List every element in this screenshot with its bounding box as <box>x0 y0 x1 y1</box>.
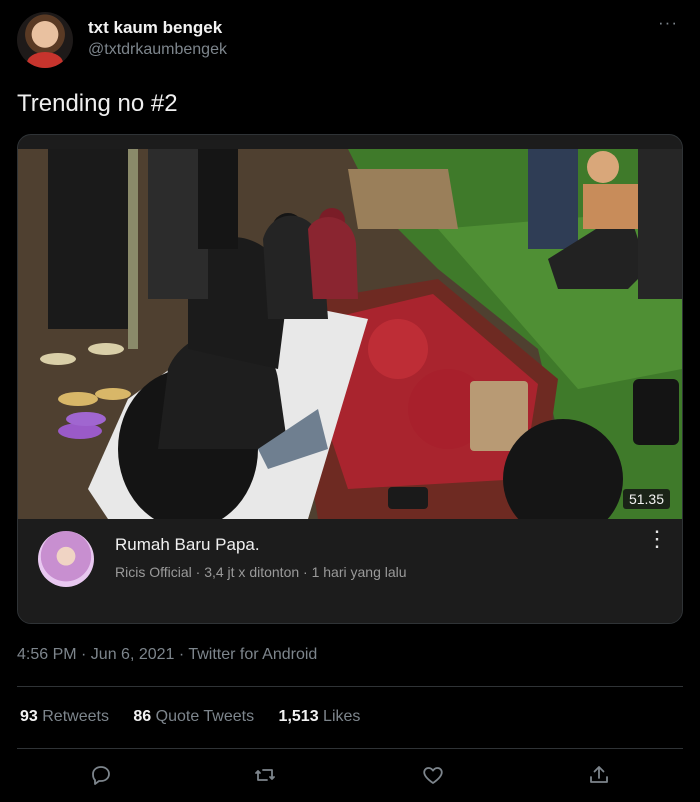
retweets-count: 93 <box>20 708 38 725</box>
tweet-timestamp[interactable]: 4:56 PM · Jun 6, 2021 · Twitter for Andr… <box>17 646 317 664</box>
tweet-stats: 93 Retweets 86 Quote Tweets 1,513 Likes <box>20 708 380 726</box>
more-options-icon[interactable]: ··· <box>658 13 678 33</box>
user-display-name[interactable]: txt kaum bengek <box>88 18 222 38</box>
retweet-icon <box>255 769 275 781</box>
quote-tweets-label: Quote Tweets <box>155 708 255 725</box>
divider <box>17 748 683 749</box>
reply-button[interactable] <box>86 760 116 790</box>
video-duration-badge: 51.35 <box>622 489 670 509</box>
quote-tweets-count: 86 <box>133 708 152 725</box>
retweets-label: Retweets <box>42 708 109 725</box>
user-handle[interactable]: @txtdrkaumbengek <box>88 41 227 59</box>
user-avatar[interactable] <box>17 12 73 68</box>
reply-icon <box>92 766 110 785</box>
likes-label: Likes <box>323 708 361 725</box>
tweet-actions <box>0 760 700 794</box>
video-info[interactable]: Rumah Baru Papa. Ricis Official · 3,4 jt… <box>18 519 682 623</box>
grave-scene-image <box>18 149 682 519</box>
divider <box>17 686 683 687</box>
heart-icon <box>423 767 443 784</box>
more-vertical-icon[interactable]: ⋮ <box>646 528 668 550</box>
share-button[interactable] <box>584 760 614 790</box>
video-meta: Ricis Official · 3,4 jt x ditonton · 1 h… <box>115 564 407 580</box>
like-button[interactable] <box>418 760 448 790</box>
retweet-button[interactable] <box>250 760 280 790</box>
likes-stat[interactable]: 1,513 Likes <box>279 708 361 725</box>
quote-tweets-stat[interactable]: 86 Quote Tweets <box>133 708 254 725</box>
channel-avatar <box>38 531 94 587</box>
share-icon <box>590 766 608 783</box>
video-card[interactable]: 51.35 Rumah Baru Papa. Ricis Official · … <box>17 134 683 624</box>
video-title[interactable]: Rumah Baru Papa. <box>115 535 260 555</box>
tweet-text: Trending no #2 <box>17 90 178 117</box>
likes-count: 1,513 <box>278 708 319 725</box>
retweets-stat[interactable]: 93 Retweets <box>20 708 109 725</box>
video-thumbnail[interactable]: 51.35 <box>18 149 682 519</box>
